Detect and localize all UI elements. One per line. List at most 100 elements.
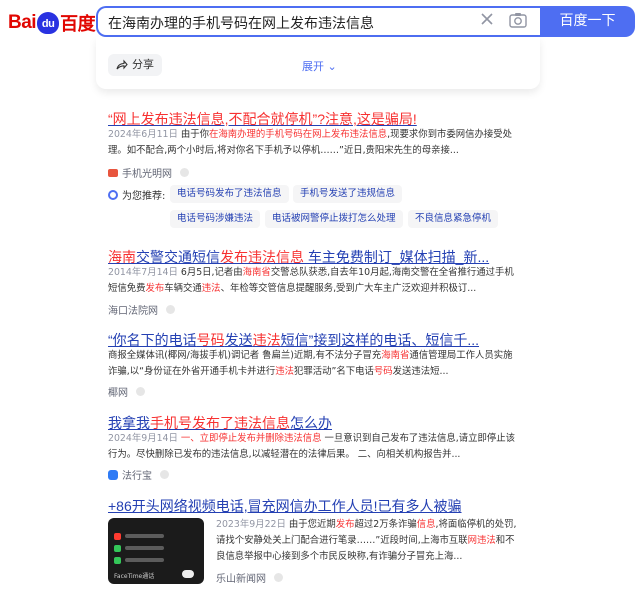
- desc-text: 诈骗,以“身份证在外省开通手机卡并进行: [108, 366, 276, 377]
- desc-text: 犯罪活动”名下电话: [293, 366, 374, 377]
- title-highlight: 发布违法信息: [220, 249, 304, 265]
- desc-highlight: 发布: [145, 283, 165, 294]
- share-button[interactable]: 分享: [108, 54, 162, 76]
- desc-text: 和不: [495, 535, 515, 546]
- result-title[interactable]: “你名下的电话号码发送违法短信”接到这样的电话、短信千...: [108, 330, 479, 350]
- desc-text: ,现要求你到市委网信办接受处: [387, 129, 513, 140]
- recommend-tag[interactable]: 电话号码发布了违法信息: [170, 185, 289, 203]
- desc-text: 请找个安静处关上门配合进行笔录……”近段时间,上海市互联: [216, 535, 468, 546]
- title-text: 怎么办: [290, 415, 332, 431]
- desc-highlight: 海南省: [242, 267, 271, 278]
- recommend-tag[interactable]: 不良信息紧急停机: [408, 210, 499, 228]
- expand-label: 展开: [302, 60, 324, 73]
- desc-text: 由于你: [180, 129, 210, 140]
- result-title[interactable]: 我拿我手机号发布了违法信息怎么办: [108, 413, 332, 433]
- title-text: ”接到这样的电话、短信千...: [308, 332, 480, 348]
- result-title[interactable]: “网上发布违法信息,不配合就停机”?注意,这是骗局!: [108, 109, 417, 129]
- desc-text: 、年检等交管信息提醒服务,受到广大车主广泛欢迎并积极订...: [220, 283, 477, 294]
- result-source[interactable]: 海口法院网: [108, 302, 175, 317]
- desc-highlight: 信息: [416, 519, 436, 530]
- source-name: 手机光明网: [122, 169, 172, 180]
- app-icon: [114, 544, 121, 552]
- result-date: 2024年9月14日: [108, 433, 178, 444]
- desc-highlight: 一、立即停止发布并删除违法信息: [180, 433, 322, 444]
- desc-text: 发送违法短...: [392, 366, 449, 377]
- search-input[interactable]: 在海南办理的手机号码在网上发布违法信息: [96, 6, 540, 37]
- info-icon[interactable]: [274, 573, 283, 582]
- recommend-tag[interactable]: 电话被网警停止拨打怎么处理: [265, 210, 403, 228]
- result-title[interactable]: +86开头网络视频电话,冒充网信办工作人员!已有多人被骗: [108, 496, 462, 516]
- app-icon: [114, 532, 121, 540]
- title-text: 发送: [224, 332, 253, 348]
- desc-text: 一旦意识到自己发布了违法信息,请立即停止该: [321, 433, 515, 444]
- search-button[interactable]: 百度一下: [540, 6, 635, 37]
- desc-text: 行为。尽快删除已发布的违法信息,以减轻潜在的法律后果。 二、向相关机构报告并..…: [108, 449, 461, 460]
- result-desc: 2014年7月14日 6月5日,记者由海南省交警总队获悉,自去年10月起,海南交…: [108, 265, 528, 297]
- clear-icon[interactable]: [480, 12, 494, 26]
- desc-text: 短信免费: [108, 283, 146, 294]
- baidu-logo[interactable]: Bai du 百度: [8, 10, 96, 36]
- logo-du: 百度: [60, 14, 96, 34]
- result-source[interactable]: 乐山新闻网: [216, 570, 283, 585]
- result-desc: 商报全媒体讯(椰网/海拔手机)调记者 鲁扁兰)近期,有不法分子冒充海南省通信管理…: [108, 348, 528, 380]
- info-icon[interactable]: [166, 305, 175, 314]
- result-source[interactable]: 手机光明网: [108, 165, 189, 180]
- result-date: 2024年6月11日: [108, 129, 178, 140]
- desc-highlight: 网违法: [467, 535, 496, 546]
- result-desc: 2023年9月22日 由于您近期发布超过2万条诈骗信息,将面临停机的处罚, 请找…: [216, 517, 528, 565]
- info-icon[interactable]: [160, 470, 169, 479]
- app-icon: [114, 556, 121, 564]
- desc-text: 交警总队获悉,自去年10月起,海南交警在全省推行通过手机: [270, 267, 514, 278]
- title-text: 车主免费制订_媒体扫描_新...: [304, 249, 490, 265]
- desc-text: ,将面临停机的处罚,: [435, 519, 517, 530]
- result-title[interactable]: 海南交警交通短信发布违法信息 车主免费制订_媒体扫描_新...: [108, 247, 489, 267]
- title-highlight: 手机号发布了违法信息: [150, 415, 290, 431]
- desc-text: 车辆交通: [164, 283, 202, 294]
- desc-highlight: 海南省: [381, 350, 410, 361]
- paw-icon: du: [37, 12, 60, 34]
- source-name: 乐山新闻网: [216, 574, 266, 585]
- result-source[interactable]: 椰网: [108, 384, 145, 399]
- desc-highlight: 在海南办理的手机号码在网上发布违法信息: [209, 129, 388, 140]
- bar: [125, 534, 164, 538]
- info-icon[interactable]: [180, 168, 189, 177]
- expand-button[interactable]: 展开 ⌄: [302, 58, 337, 74]
- chevron-down-icon: ⌄: [327, 60, 337, 73]
- desc-highlight: 号码: [373, 366, 393, 377]
- desc-text: 6月5日,记者由: [180, 267, 243, 278]
- title-text: 交警交通短信: [136, 249, 220, 265]
- title-text: +86开头网络视频电话,冒充网信办工作人员!已有多人被骗: [108, 498, 462, 514]
- recommend-text: 为您推荐:: [122, 191, 166, 202]
- desc-text: 超过2万条诈骗: [354, 519, 417, 530]
- recommend-icon: [108, 189, 118, 200]
- title-text: 短信: [280, 332, 309, 348]
- result-desc: 2024年9月14日 一、立即停止发布并删除违法信息 一旦意识到自己发布了违法信…: [108, 431, 528, 463]
- title-text: 我拿我: [108, 415, 150, 431]
- camera-icon[interactable]: [509, 12, 527, 28]
- search-query-text: 在海南办理的手机号码在网上发布违法信息: [108, 16, 374, 32]
- share-icon: [116, 59, 128, 70]
- title-highlight: 违法: [252, 332, 281, 348]
- recommend-tag[interactable]: 手机号发送了违规信息: [293, 185, 403, 203]
- result-thumbnail-image[interactable]: FaceTime通话: [108, 518, 204, 584]
- title-highlight: 号码: [196, 332, 225, 348]
- desc-text: 由于您近期: [288, 519, 336, 530]
- desc-text: 商报全媒体讯(椰网/海拔手机)调记者 鲁扁兰)近期,有不法分子冒充: [108, 350, 382, 361]
- desc-highlight: 违法: [275, 366, 294, 377]
- recommend-label: 为您推荐:: [108, 187, 165, 202]
- bar: [125, 558, 164, 562]
- desc-highlight: 违法: [201, 283, 221, 294]
- result-desc: 2024年6月11日 由于你在海南办理的手机号码在网上发布违法信息,现要求你到市…: [108, 127, 528, 159]
- desc-text: 良信息举报中心接到多个市民反映称,有诈骗分子冒充上海...: [216, 551, 463, 562]
- gmw-logo-icon: [108, 168, 118, 177]
- source-name: 海口法院网: [108, 306, 158, 317]
- logo-bai: Bai: [8, 12, 37, 33]
- share-label: 分享: [132, 58, 154, 71]
- info-icon[interactable]: [136, 387, 145, 396]
- recommend-tag[interactable]: 电话号码涉嫌违法: [170, 210, 261, 228]
- source-name: 椰网: [108, 388, 128, 399]
- result-title-text: “网上发布违法信息,不配合就停机”?注意,这是骗局!: [108, 111, 417, 127]
- toggle-icon: [182, 570, 194, 578]
- result-source[interactable]: 法行宝: [108, 467, 169, 482]
- result-date: 2014年7月14日: [108, 267, 178, 278]
